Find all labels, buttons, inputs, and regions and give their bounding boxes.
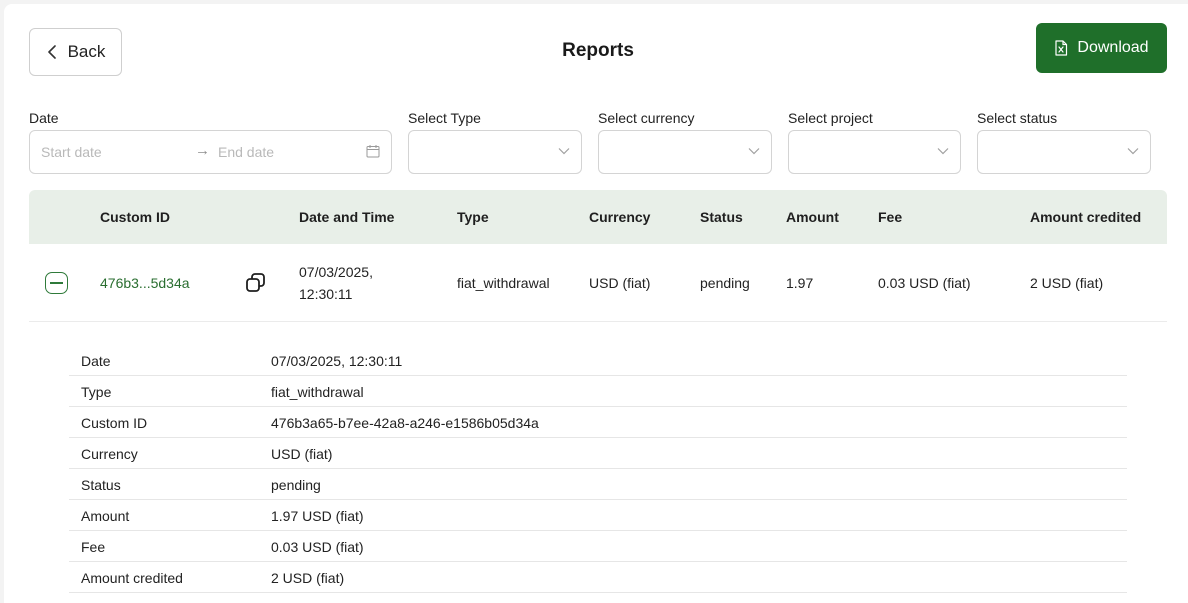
detail-value: fiat_withdrawal — [271, 384, 364, 400]
detail-value: 476b3a65-b7ee-42a8-a246-e1586b05d34a — [271, 415, 539, 431]
row-date-line2: 12:30:11 — [299, 286, 353, 302]
detail-row: Currency USD (fiat) — [69, 438, 1127, 469]
detail-value: 2 USD (fiat) — [271, 570, 345, 586]
detail-value: pending — [271, 477, 321, 493]
chevron-down-icon — [558, 148, 570, 155]
column-status[interactable]: Status — [700, 209, 743, 225]
column-amount-credited[interactable]: Amount credited — [1030, 209, 1141, 225]
detail-value: 1.97 USD (fiat) — [271, 508, 364, 524]
status-select[interactable] — [977, 130, 1151, 174]
start-date-input[interactable]: Start date — [41, 144, 102, 160]
copy-icon[interactable] — [246, 273, 265, 292]
calendar-icon — [366, 145, 380, 158]
detail-key: Date — [81, 353, 111, 369]
detail-value: 07/03/2025, 12:30:11 — [271, 353, 403, 369]
page-title: Reports — [562, 40, 634, 61]
excel-file-icon — [1055, 40, 1068, 56]
detail-row: Date 07/03/2025, 12:30:11 — [69, 345, 1127, 376]
detail-row: Amount credited 2 USD (fiat) — [69, 562, 1127, 593]
detail-row: Type fiat_withdrawal — [69, 376, 1127, 407]
download-button-label: Download — [1077, 39, 1149, 56]
column-amount[interactable]: Amount — [786, 209, 839, 225]
download-button[interactable]: Download — [1036, 23, 1167, 73]
detail-key: Type — [81, 384, 112, 400]
detail-row: Status pending — [69, 469, 1127, 500]
chevron-down-icon — [1127, 148, 1139, 155]
detail-row: Amount 1.97 USD (fiat) — [69, 500, 1127, 531]
custom-id-link[interactable]: 476b3...5d34a — [100, 275, 190, 291]
column-date-time[interactable]: Date and Time — [299, 209, 394, 225]
row-fee: 0.03 USD (fiat) — [878, 275, 971, 291]
collapse-row-button[interactable] — [45, 272, 68, 294]
detail-value: USD (fiat) — [271, 446, 333, 462]
column-type[interactable]: Type — [457, 209, 489, 225]
detail-row: Fee 0.03 USD (fiat) — [69, 531, 1127, 562]
currency-filter-label: Select currency — [598, 110, 695, 126]
row-status: pending — [700, 275, 750, 291]
table-header: Custom ID Date and Time Type Currency St… — [29, 190, 1167, 244]
date-range-picker[interactable]: Start date → End date — [29, 130, 392, 174]
row-currency: USD (fiat) — [589, 275, 651, 291]
end-date-input[interactable]: End date — [218, 144, 274, 160]
column-custom-id[interactable]: Custom ID — [100, 209, 170, 225]
row-amount: 1.97 — [786, 275, 814, 291]
detail-key: Custom ID — [81, 415, 148, 431]
project-select[interactable] — [788, 130, 961, 174]
type-filter-label: Select Type — [408, 110, 481, 126]
row-details: Date 07/03/2025, 12:30:11 Type fiat_with… — [69, 345, 1127, 593]
type-select[interactable] — [408, 130, 582, 174]
row-amount-credited: 2 USD (fiat) — [1030, 275, 1104, 291]
column-fee[interactable]: Fee — [878, 209, 902, 225]
detail-key: Status — [81, 477, 121, 493]
date-filter-label: Date — [29, 110, 59, 126]
detail-key: Currency — [81, 446, 138, 462]
detail-row: Custom ID 476b3a65-b7ee-42a8-a246-e1586b… — [69, 407, 1127, 438]
chevron-down-icon — [937, 148, 949, 155]
column-currency[interactable]: Currency — [589, 209, 650, 225]
detail-key: Amount credited — [81, 570, 183, 586]
row-date-line1: 07/03/2025, — [299, 264, 373, 280]
detail-value: 0.03 USD (fiat) — [271, 539, 364, 555]
detail-key: Fee — [81, 539, 106, 555]
table-row[interactable]: 476b3...5d34a 07/03/2025, 12:30:11 fiat_… — [29, 244, 1167, 322]
row-type: fiat_withdrawal — [457, 275, 550, 291]
currency-select[interactable] — [598, 130, 772, 174]
chevron-down-icon — [748, 148, 760, 155]
arrow-right-icon: → — [195, 142, 210, 159]
project-filter-label: Select project — [788, 110, 873, 126]
status-filter-label: Select status — [977, 110, 1058, 126]
detail-key: Amount — [81, 508, 130, 524]
